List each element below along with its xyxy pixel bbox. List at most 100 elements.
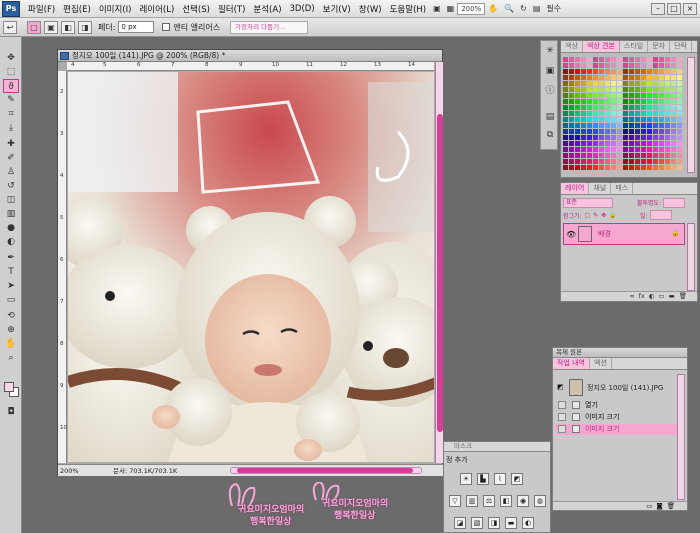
subtract-selection-icon[interactable]: ◧ [61, 20, 75, 34]
horizontal-scroll-thumb[interactable] [237, 468, 413, 473]
color-swatch[interactable] [677, 57, 682, 62]
color-swatch[interactable] [563, 159, 568, 164]
color-swatch[interactable] [617, 117, 622, 122]
eraser-tool-icon[interactable]: ◫ [3, 193, 19, 207]
color-swatch[interactable] [593, 63, 598, 68]
color-swatch[interactable] [599, 63, 604, 68]
color-swatch[interactable] [659, 63, 664, 68]
color-swatch[interactable] [587, 93, 592, 98]
color-swatch[interactable] [563, 117, 568, 122]
vertical-scrollbar[interactable] [435, 62, 443, 463]
color-swatch[interactable] [653, 129, 658, 134]
color-swatch[interactable] [581, 63, 586, 68]
color-swatch[interactable] [611, 81, 616, 86]
color-swatch[interactable] [605, 123, 610, 128]
color-swatch[interactable] [677, 75, 682, 80]
color-swatch[interactable] [635, 75, 640, 80]
color-swatch[interactable] [593, 135, 598, 140]
color-swatch[interactable] [635, 57, 640, 62]
rotate-view-icon[interactable]: ↻ [520, 4, 527, 13]
color-swatch[interactable] [569, 165, 574, 170]
color-swatch[interactable] [671, 69, 676, 74]
color-swatch[interactable] [623, 87, 628, 92]
color-swatch[interactable] [635, 141, 640, 146]
menu-help[interactable]: 도움말(H) [386, 3, 430, 15]
color-swatch[interactable] [653, 63, 658, 68]
image-canvas[interactable] [68, 72, 434, 462]
color-swatch[interactable] [671, 63, 676, 68]
new-layer-icon[interactable]: ▬ [669, 292, 675, 301]
color-swatch[interactable] [647, 99, 652, 104]
color-swatch[interactable] [575, 117, 580, 122]
color-swatch[interactable] [581, 69, 586, 74]
history-step-active[interactable]: 이미지 크기 [555, 424, 679, 435]
quick-select-tool-icon[interactable]: ✎ [3, 93, 19, 107]
color-swatch[interactable] [617, 75, 622, 80]
color-swatch[interactable] [605, 81, 610, 86]
color-swatch[interactable] [671, 99, 676, 104]
color-swatch[interactable] [593, 123, 598, 128]
color-swatch[interactable] [587, 159, 592, 164]
color-swatch[interactable] [623, 57, 628, 62]
color-swatch[interactable] [665, 57, 670, 62]
color-swatch[interactable] [563, 75, 568, 80]
color-swatch[interactable] [665, 87, 670, 92]
clone-source-icon[interactable]: ⧉ [544, 129, 556, 141]
color-swatch[interactable] [569, 81, 574, 86]
color-swatch[interactable] [593, 69, 598, 74]
color-swatch[interactable] [647, 87, 652, 92]
color-swatch[interactable] [599, 141, 604, 146]
color-swatch[interactable] [623, 93, 628, 98]
color-swatch[interactable] [677, 135, 682, 140]
color-swatch[interactable] [593, 111, 598, 116]
color-swatch[interactable] [623, 81, 628, 86]
history-source-box[interactable] [558, 413, 566, 421]
color-swatch[interactable] [605, 165, 610, 170]
color-swatch[interactable] [647, 69, 652, 74]
color-swatch[interactable] [569, 123, 574, 128]
color-swatch[interactable] [629, 87, 634, 92]
color-swatch[interactable] [593, 141, 598, 146]
color-swatch[interactable] [665, 135, 670, 140]
color-swatch[interactable] [587, 135, 592, 140]
brush-tool-icon[interactable]: ✐ [3, 151, 19, 165]
fill-input[interactable] [650, 210, 673, 220]
history-brush-icon[interactable]: ↺ [3, 179, 19, 193]
color-swatch[interactable] [641, 57, 646, 62]
curves-icon[interactable]: ⌇ [494, 473, 506, 485]
color-swatch[interactable] [641, 111, 646, 116]
color-swatch[interactable] [635, 165, 640, 170]
color-swatch[interactable] [563, 69, 568, 74]
color-swatch[interactable] [629, 75, 634, 80]
color-swatch[interactable] [653, 81, 658, 86]
color-swatch[interactable] [665, 81, 670, 86]
color-swatch[interactable] [611, 129, 616, 134]
color-swatch[interactable] [587, 81, 592, 86]
foreground-color-swatch[interactable] [4, 382, 14, 392]
color-swatch[interactable] [563, 99, 568, 104]
pen-tool-icon[interactable]: ✒ [3, 251, 19, 265]
color-swatch[interactable] [587, 129, 592, 134]
color-swatch[interactable] [611, 117, 616, 122]
color-swatch[interactable] [641, 165, 646, 170]
color-swatch[interactable] [599, 153, 604, 158]
color-swatch[interactable] [677, 117, 682, 122]
color-swatch[interactable] [653, 57, 658, 62]
color-swatch[interactable] [665, 129, 670, 134]
color-swatch[interactable] [635, 111, 640, 116]
color-swatch[interactable] [641, 129, 646, 134]
color-swatch[interactable] [581, 111, 586, 116]
color-swatch[interactable] [593, 87, 598, 92]
color-swatch[interactable] [563, 111, 568, 116]
color-swatch[interactable] [611, 147, 616, 152]
color-swatch[interactable] [665, 141, 670, 146]
color-swatch[interactable] [575, 99, 580, 104]
color-swatch[interactable] [581, 129, 586, 134]
color-swatch[interactable] [659, 135, 664, 140]
tab-layers[interactable]: 레이어 [561, 183, 590, 194]
color-swatch[interactable] [659, 57, 664, 62]
history-brush-source-icon[interactable]: ◩ [557, 383, 564, 391]
tab-paths[interactable]: 패스 [611, 183, 634, 194]
color-swatch[interactable] [587, 69, 592, 74]
hand-icon[interactable]: ✋ [488, 4, 498, 13]
